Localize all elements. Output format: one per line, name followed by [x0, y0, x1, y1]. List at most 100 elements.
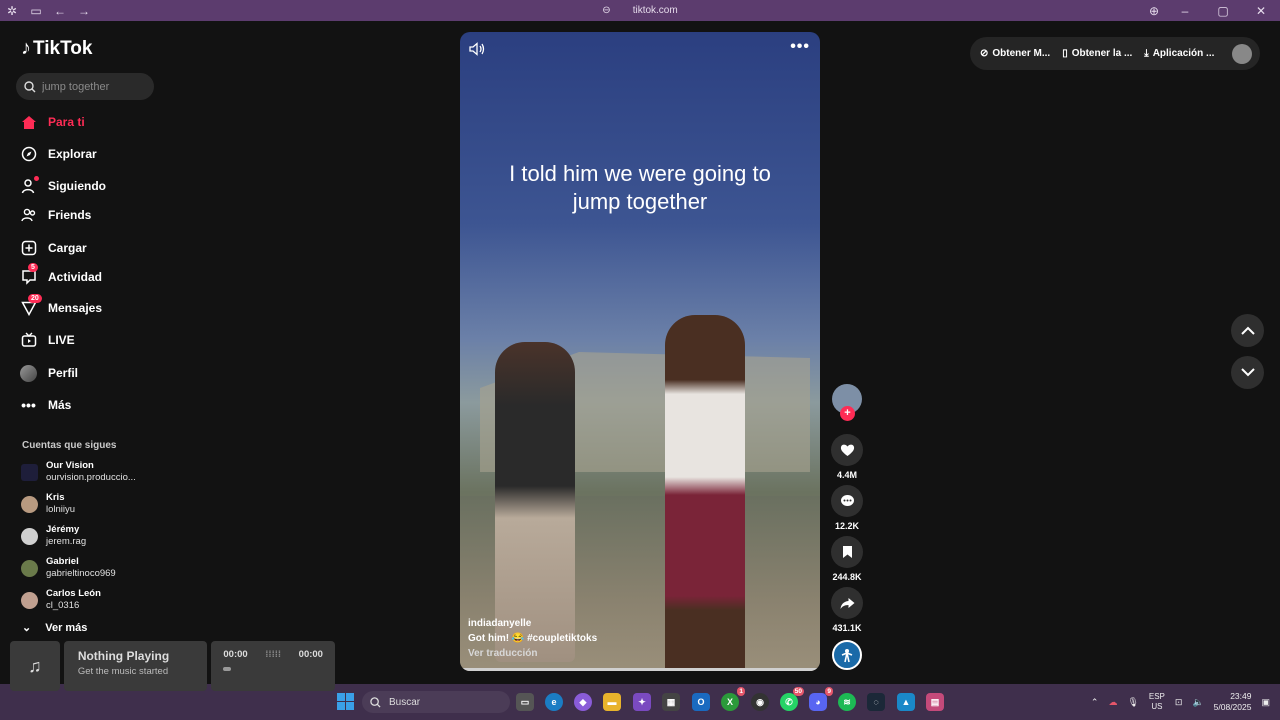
minimize-button[interactable]: – [1166, 0, 1204, 21]
address-bar: ⊖ tiktok.com [0, 0, 1280, 21]
video-player[interactable]: I told him we were going to jump togethe… [460, 32, 820, 671]
tray-overflow-icon[interactable]: ⌃ [1091, 697, 1099, 708]
account-avatar [21, 591, 38, 609]
chevron-up-icon [1240, 326, 1255, 335]
discord-badge: 9 [825, 687, 833, 696]
share-button[interactable] [831, 587, 863, 619]
follow-plus-icon[interactable]: + [840, 406, 855, 421]
nav-explore[interactable]: Explorar [20, 143, 97, 165]
steam-icon[interactable]: ◌ [867, 693, 885, 711]
following-account[interactable]: Jérémy jerem.rag [21, 524, 86, 548]
sidebar-toggle-icon[interactable]: ▭ [24, 0, 48, 21]
nav-live[interactable]: LIVE [20, 329, 75, 351]
calculator-icon[interactable]: ▤ [926, 693, 944, 711]
following-account[interactable]: Kris lolniiyu [21, 492, 75, 516]
microphone-icon[interactable]: 🎙 [1127, 697, 1138, 708]
account-handle: lolniiyu [46, 504, 76, 515]
tiktok-note-icon: ♪ [21, 37, 31, 59]
sidebar: ♪ TikTok Para ti Explorar Siguiendo Frie… [0, 21, 170, 684]
following-account[interactable]: Carlos León cl_0316 [21, 588, 101, 612]
windows-start-icon[interactable] [337, 693, 354, 710]
nav-label: Más [48, 398, 72, 412]
nav-label: Para ti [48, 115, 85, 129]
browser-titlebar: ✲ ▭ ← → ⊖ tiktok.com ⊕ – ▢ ✕ [0, 0, 1280, 21]
video-progress-bar[interactable] [460, 668, 820, 671]
workspaces-icon[interactable]: ✲ [0, 0, 24, 21]
user-follow-icon [20, 175, 39, 195]
maximize-button[interactable]: ▢ [1204, 0, 1242, 21]
save-button[interactable] [831, 536, 863, 568]
url-text[interactable]: tiktok.com [633, 5, 678, 16]
search-box[interactable] [16, 73, 154, 100]
next-video-button[interactable] [1231, 356, 1264, 389]
discord-icon[interactable]: ◕ 9 [809, 687, 833, 711]
nav-activity[interactable]: 5 Actividad [20, 262, 102, 288]
network-icon[interactable]: ⊡ [1175, 697, 1183, 708]
task-view-icon[interactable]: ▭ [516, 693, 534, 711]
get-coins-button[interactable]: ⊘ Obtener M... [980, 48, 1050, 59]
music-subtitle: Get the music started [77, 666, 169, 677]
taskbar-search-label: Buscar [389, 696, 421, 708]
following-account[interactable]: Gabriel gabrieltinoco969 [21, 556, 116, 580]
notification-bell-icon[interactable]: ▣ [1261, 697, 1270, 708]
store-icon[interactable]: ▦ [662, 693, 680, 711]
music-info[interactable]: Nothing Playing Get the music started [63, 641, 208, 691]
whatsapp-icon[interactable]: ✆ 50 [780, 687, 804, 711]
comment-button[interactable] [831, 485, 863, 517]
desktop-app-button[interactable]: ⤓ Aplicación ... [1144, 48, 1214, 59]
creator-avatar[interactable]: + [832, 384, 862, 421]
search-input[interactable] [42, 80, 142, 93]
previous-video-button[interactable] [1231, 314, 1264, 347]
see-more-label: Ver más [45, 621, 88, 634]
globe-icon[interactable]: ⊕ [1142, 0, 1166, 21]
forward-icon[interactable]: → [72, 0, 96, 21]
tiktok-logo[interactable]: ♪ TikTok [21, 37, 92, 60]
file-explorer-icon[interactable]: ▬ [603, 693, 621, 711]
nav-for-you[interactable]: Para ti [20, 111, 85, 133]
video-description: Got him! 😂 #coupletiktoks [468, 633, 598, 644]
volume-icon[interactable] [468, 40, 486, 58]
nav-friends[interactable]: Friends [20, 204, 91, 226]
user-avatar[interactable] [1232, 43, 1253, 64]
chevron-down-icon [1240, 368, 1255, 377]
friends-icon [20, 207, 37, 224]
account-handle: cl_0316 [46, 600, 80, 611]
get-app-button[interactable]: ▯ Obtener la ... [1062, 48, 1132, 59]
nav-label: Mensajes [48, 301, 103, 315]
taskbar-search[interactable]: Buscar [362, 691, 510, 713]
keyboard-layout: US [1151, 702, 1163, 711]
app-icon[interactable]: ✦ [633, 693, 651, 711]
nav-label: Perfil [48, 366, 79, 380]
photos-icon[interactable]: ▲ [897, 693, 915, 711]
see-more-button[interactable]: ⌄ Ver más [22, 621, 88, 635]
video-username[interactable]: indiadanyelle [468, 616, 597, 631]
chrome-icon[interactable]: ◉ [751, 693, 769, 711]
like-button[interactable] [831, 434, 863, 466]
clock[interactable]: 23:49 5/08/2025 [1214, 691, 1252, 713]
nav-more[interactable]: ••• Más [20, 394, 71, 416]
xbox-icon[interactable]: X1 [721, 687, 745, 711]
nav-following[interactable]: Siguiendo [20, 175, 106, 197]
close-button[interactable]: ✕ [1242, 0, 1280, 21]
nav-messages[interactable]: 20 Mensajes [20, 293, 103, 319]
volume-icon[interactable]: 🔈 [1192, 697, 1203, 708]
spotify-icon[interactable]: ≋ [838, 693, 856, 711]
activity-badge: 5 [28, 262, 38, 272]
nav-upload[interactable]: Cargar [20, 237, 87, 259]
outlook-icon[interactable]: O [692, 693, 710, 711]
music-note-icon[interactable]: ♫ [10, 641, 60, 691]
edge-icon[interactable]: e [545, 693, 563, 711]
language-indicator[interactable]: ESP US [1149, 692, 1165, 712]
see-translation-link[interactable]: Ver traducción [468, 646, 597, 661]
following-account[interactable]: Our Vision ourvision.produccio... [21, 460, 136, 484]
nav-profile[interactable]: Perfil [20, 362, 78, 384]
copilot-icon[interactable]: ◆ [574, 693, 592, 711]
back-icon[interactable]: ← [48, 0, 72, 21]
language-code: ESP [1148, 692, 1165, 701]
video-overlay-text: I told him we were going to jump togethe… [509, 161, 771, 214]
music-progress[interactable] [223, 667, 232, 671]
onedrive-icon[interactable]: ☁ [1108, 697, 1117, 708]
video-more-options-icon[interactable]: ••• [790, 38, 810, 56]
compass-icon [20, 146, 37, 163]
music-disc-icon[interactable] [832, 640, 862, 670]
